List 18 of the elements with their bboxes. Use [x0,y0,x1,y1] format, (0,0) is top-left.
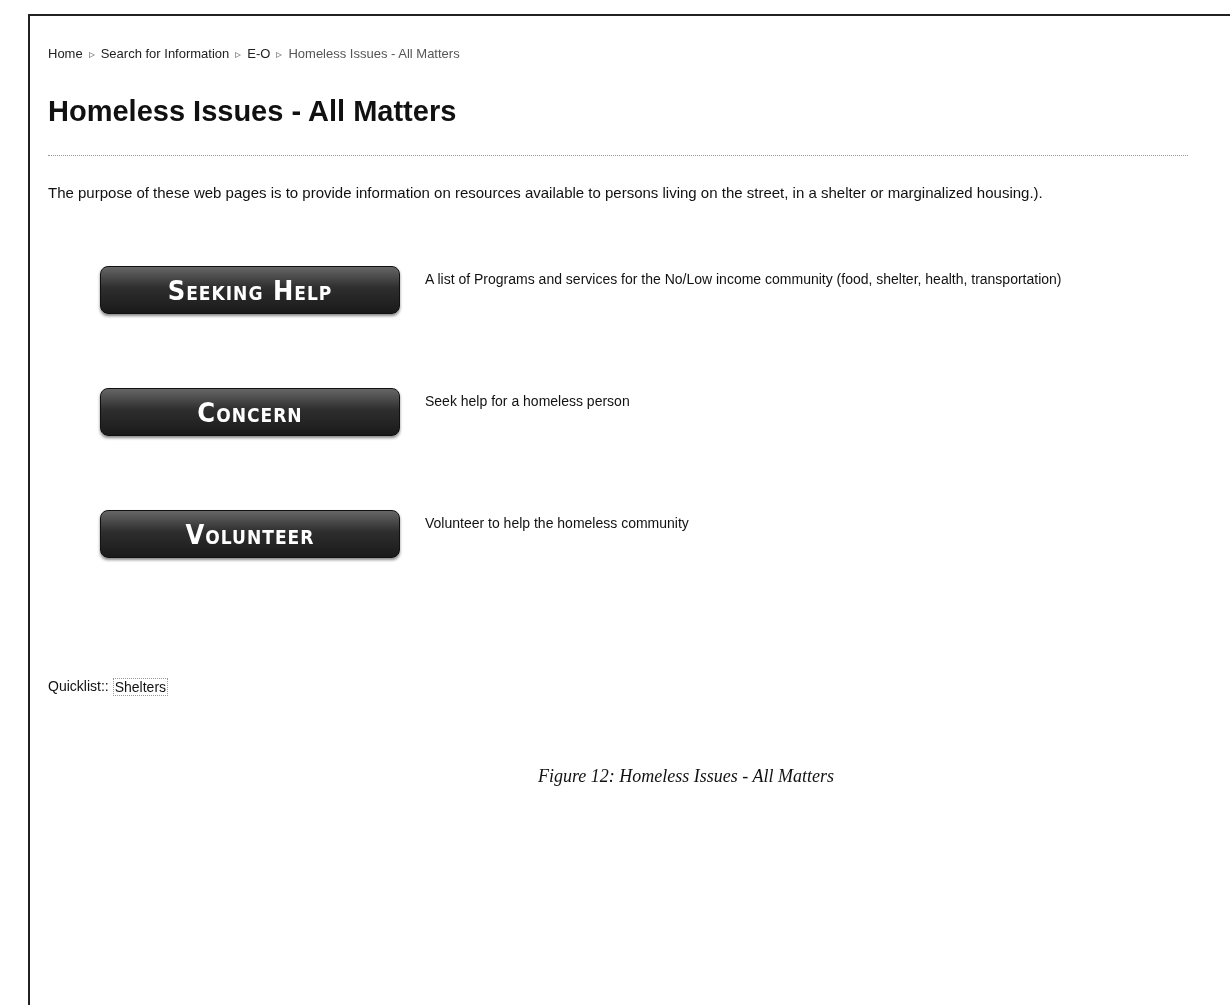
category-button[interactable]: Seeking Help [100,266,400,314]
breadcrumb-link[interactable]: Home [48,46,83,61]
breadcrumb-link[interactable]: E-O [247,46,271,61]
breadcrumb-link[interactable]: Search for Information [100,46,230,61]
breadcrumb-separator: ▹ [276,46,283,61]
breadcrumb-separator: ▹ [235,46,242,61]
category-button[interactable]: Concern [100,388,400,436]
category-description: Volunteer to help the homeless community [425,514,690,533]
breadcrumb-separator: ▹ [88,46,95,61]
quicklist-label: Quicklist:: [48,678,109,696]
intro-paragraph: The purpose of these web pages is to provide information on resources available to persons living on the street, in a shelter or marginalized housing.). [48,183,1044,203]
category-description: Seek help for a homeless person [425,392,631,411]
figure-caption: Figure 12: Homeless Issues - All Matters [538,766,835,787]
category-button[interactable]: Volunteer [100,510,400,558]
shelters-link[interactable]: Shelters [112,678,169,696]
category-description: A list of Programs and services for the No/Low income community (food, shelter, health, transportation) [425,270,1063,289]
breadcrumb-link[interactable]: Homeless Issues - All Matters [288,46,460,61]
page-title: Homeless Issues - All Matters [48,95,458,128]
